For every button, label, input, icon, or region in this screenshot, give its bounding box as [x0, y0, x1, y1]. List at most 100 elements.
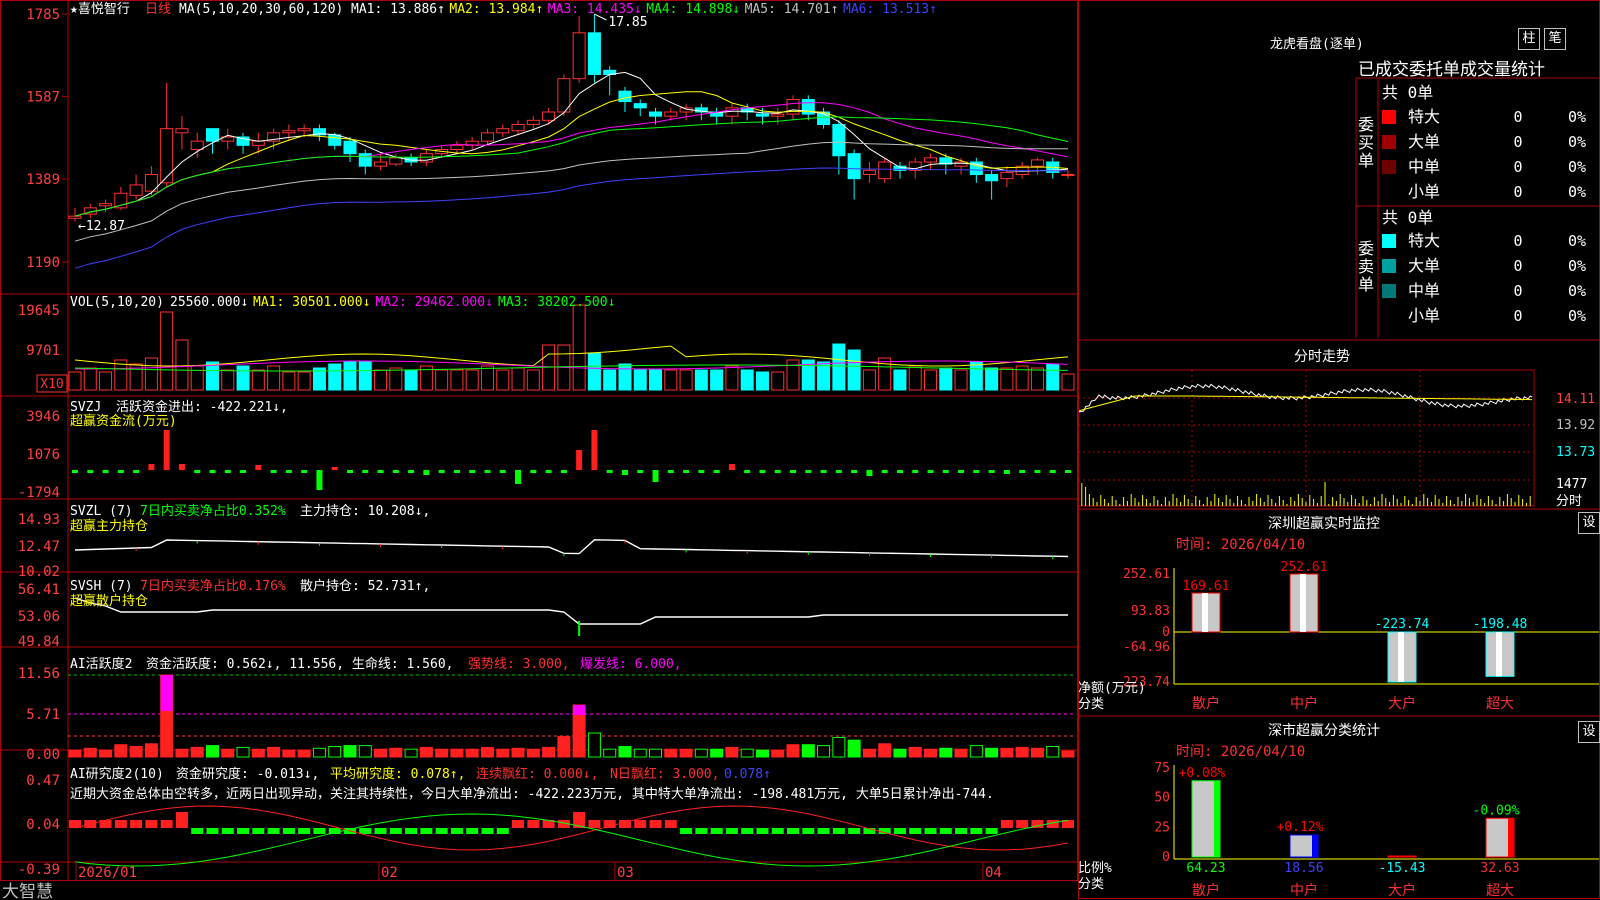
- candle: [1030, 159, 1044, 167]
- sz-monitor-tick: 252.61: [1123, 567, 1170, 582]
- ai-activity-panel[interactable]: [68, 674, 1076, 758]
- activity-bar: [297, 749, 311, 758]
- activity-bar: [618, 746, 632, 758]
- research-bar: [512, 820, 525, 828]
- fund-flow-bar: [530, 470, 537, 473]
- fund-flow-bar: [453, 470, 460, 473]
- fund-flow-panel[interactable]: [72, 430, 1071, 490]
- fund-flow-bar: [790, 470, 797, 473]
- svzl-tick-label: 10.02: [18, 564, 60, 580]
- fund-flow-bar: [606, 470, 613, 473]
- svsh-hold: 散户持仓: 52.731↑,: [300, 578, 430, 594]
- svsh-ratio: 7日内买卖净占比0.176%: [140, 578, 286, 594]
- volume-bar: [679, 369, 693, 391]
- activity-bar: [404, 748, 418, 758]
- price-tick-label: 1190: [26, 255, 60, 271]
- sz-monitor-tick: 0: [1162, 625, 1170, 640]
- fund-flow-bar: [713, 470, 720, 473]
- sz-category-value: 32.63: [1480, 861, 1519, 876]
- volume-bar: [1000, 367, 1014, 391]
- sz-category-value: 18.56: [1284, 861, 1323, 876]
- date-label: 04: [985, 865, 1002, 881]
- research-bar: [114, 820, 127, 828]
- vol-tick-label: 9701: [26, 343, 60, 359]
- volume-bar: [572, 304, 586, 391]
- svzj-title: 超赢资金流(万元): [70, 413, 177, 429]
- fund-flow-bar: [255, 465, 262, 470]
- sz-category-chart[interactable]: 深市超赢分类统计时间: 2026/04/10 75 50 25 0 +0.08% 64.23…: [1078, 722, 1600, 899]
- fund-flow-bar: [988, 470, 995, 473]
- activity-bar: [817, 745, 831, 758]
- ma-value: MA2: 13.984↑: [449, 2, 543, 17]
- sell-row-count: 0: [1513, 282, 1522, 300]
- price-panel[interactable]: [62, 13, 68, 263]
- vol-value: 25560.000↓: [170, 295, 248, 310]
- research-bar: [634, 820, 647, 828]
- svzj-tick-label: 3946: [26, 409, 60, 425]
- main-chart-area[interactable]: 17.85 ←12.87 X10 1785 1587 1389 1190 19645 970…: [0, 0, 1078, 900]
- vertical-label-char: 委: [1358, 115, 1374, 134]
- buy-row-pct: 0%: [1568, 158, 1586, 176]
- intraday-chart[interactable]: 分时走势 14.11 13.92 13.73 1477 分时: [1078, 349, 1595, 509]
- candle: [1000, 171, 1014, 180]
- intraday-title: 分时走势: [1294, 349, 1350, 365]
- vol-ma-line: [74, 345, 1069, 367]
- ai-research-tick-label: 0.04: [26, 817, 60, 833]
- buy-row-swatch: [1382, 160, 1396, 174]
- research-bar: [725, 828, 738, 834]
- sz-monitor-value: -198.48: [1473, 617, 1528, 632]
- candle: [862, 169, 876, 175]
- activity-bar: [251, 748, 265, 758]
- retail-holding-panel[interactable]: [74, 597, 1068, 636]
- sz-category-value: -15.43: [1379, 861, 1426, 876]
- fund-flow-bar: [408, 470, 415, 473]
- volume-bar: [450, 369, 464, 391]
- sz-category-category: 超大: [1486, 883, 1514, 899]
- volume-bar: [603, 369, 617, 391]
- research-bar: [695, 828, 708, 834]
- fund-flow-bar: [331, 467, 338, 470]
- research-avg-line: [74, 813, 1069, 867]
- buy-row-name: 大单: [1408, 132, 1440, 151]
- sz-category-settings-button[interactable]: 设: [1578, 721, 1600, 743]
- research-bar: [221, 828, 234, 834]
- research-bar: [313, 828, 326, 834]
- sell-row-name: 大单: [1408, 256, 1440, 275]
- research-value: 资金研究度: -0.013↓,: [176, 766, 319, 782]
- candle: [297, 128, 311, 132]
- research-bar: [435, 828, 448, 834]
- intraday-tick: 13.73: [1556, 445, 1595, 460]
- sz-monitor-chart[interactable]: 深圳超赢实时监控时间: 2026/04/10 252.61 93.83 0-64.96…: [1078, 515, 1600, 712]
- activity-bar: [389, 747, 403, 758]
- sz-monitor-settings-button[interactable]: 设: [1578, 512, 1600, 534]
- vol-value: MA3: 38202.500↓: [498, 295, 615, 310]
- svsh-tick-label: 53.06: [18, 609, 60, 625]
- fund-flow-bar: [881, 470, 888, 473]
- ai-research-panel[interactable]: [69, 805, 1074, 867]
- activity-bar: [832, 737, 846, 758]
- fund-flow-bar: [240, 470, 247, 473]
- ma-value: MA1: 13.886↑: [351, 2, 445, 17]
- volume-panel[interactable]: X10: [36, 304, 1075, 393]
- volume-bar: [236, 365, 250, 391]
- main-holding-panel[interactable]: [74, 539, 1069, 560]
- candle: [832, 124, 846, 157]
- fund-flow-bar: [698, 470, 705, 473]
- fund-flow-bar: [683, 470, 690, 473]
- research-bar: [175, 812, 188, 828]
- buy-row-pct: 0%: [1568, 108, 1586, 126]
- fund-flow-bar: [927, 470, 934, 473]
- volume-bar: [160, 311, 174, 391]
- activity-bar: [542, 746, 556, 758]
- research-bar: [237, 828, 250, 834]
- continuous-red: 连续飘红: 0.000↓,: [476, 766, 598, 782]
- activity-bar: [435, 748, 449, 758]
- activity-bar: [587, 732, 601, 758]
- activity-bar: [969, 745, 983, 758]
- volume-bar: [144, 357, 158, 391]
- activity-bar: [190, 746, 204, 758]
- volume-bar: [404, 369, 418, 391]
- candle: [771, 113, 785, 117]
- activity-bar: [267, 746, 281, 758]
- activity-bar: [99, 749, 113, 758]
